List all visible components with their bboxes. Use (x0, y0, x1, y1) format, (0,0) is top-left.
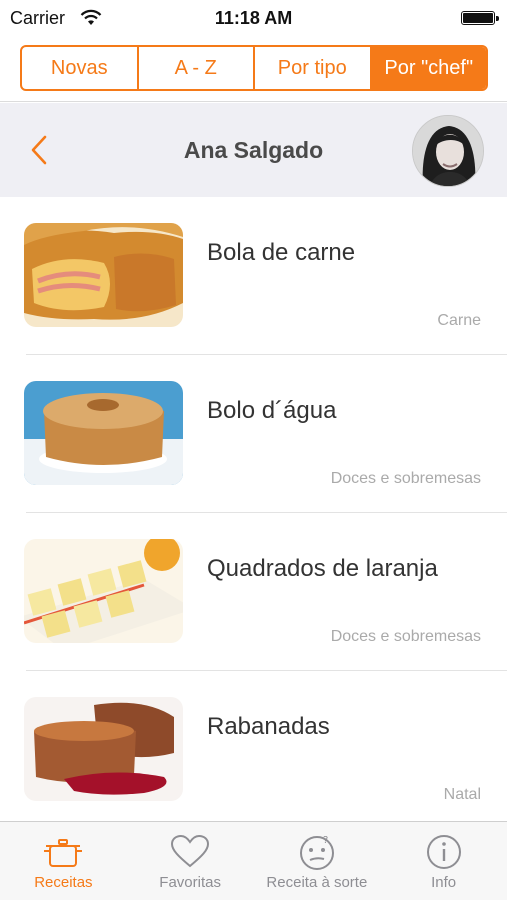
recipe-title: Quadrados de laranja (207, 555, 438, 582)
pot-icon (44, 839, 83, 867)
segment-por-chef[interactable]: Por "chef" (371, 47, 486, 89)
recipe-row[interactable]: Bolo d´água Doces e sobremesas (0, 355, 507, 513)
chef-header: Ana Salgado (0, 103, 507, 197)
heart-icon (171, 834, 210, 868)
info-icon (426, 835, 461, 869)
tab-label: Info (431, 874, 457, 891)
clock: 11:18 AM (214, 8, 293, 28)
recipe-row[interactable]: Rabanadas Natal (0, 671, 507, 829)
recipe-list: Bola de carne Carne Bolo d´água Doces e … (0, 197, 507, 829)
recipe-title: Bola de carne (207, 239, 356, 266)
tab-receitas[interactable]: Receitas (0, 822, 127, 900)
thinking-face-icon: ? (299, 835, 334, 870)
battery-icon (461, 11, 499, 25)
recipe-category: Carne (437, 312, 481, 329)
recipe-title: Bolo d´água (207, 397, 337, 424)
recipe-thumbnail (24, 381, 183, 485)
segment-por-tipo[interactable]: Por tipo (255, 47, 372, 89)
tab-bar: Receitas Favoritas ? Receita à sorte Inf… (0, 821, 507, 900)
recipe-title: Rabanadas (207, 713, 330, 740)
tab-label: Receitas (34, 874, 93, 891)
segment-a-z[interactable]: A - Z (139, 47, 255, 89)
recipe-thumbnail (24, 539, 183, 643)
recipe-row[interactable]: Bola de carne Carne (0, 197, 507, 355)
tab-label: Receita à sorte (266, 874, 368, 891)
status-bar: Carrier 11:18 AM (0, 0, 507, 38)
tab-label: Favoritas (159, 874, 221, 891)
svg-text:?: ? (323, 835, 328, 846)
recipe-category: Doces e sobremesas (330, 470, 481, 487)
recipe-thumbnail (24, 697, 183, 801)
tab-info[interactable]: Info (380, 822, 507, 900)
filter-bar: Novas A - Z Por tipo Por "chef" (0, 38, 507, 102)
recipe-category: Natal (443, 786, 481, 803)
recipe-row[interactable]: Quadrados de laranja Doces e sobremesas (0, 513, 507, 671)
recipe-thumbnail (24, 223, 183, 327)
segment-novas[interactable]: Novas (22, 47, 139, 89)
tab-receita-a-sorte[interactable]: ? Receita à sorte (254, 822, 381, 900)
recipe-category: Doces e sobremesas (330, 628, 481, 645)
tab-favoritas[interactable]: Favoritas (127, 822, 254, 900)
chef-avatar (412, 115, 484, 187)
sort-segmented-control: Novas A - Z Por tipo Por "chef" (20, 45, 488, 91)
